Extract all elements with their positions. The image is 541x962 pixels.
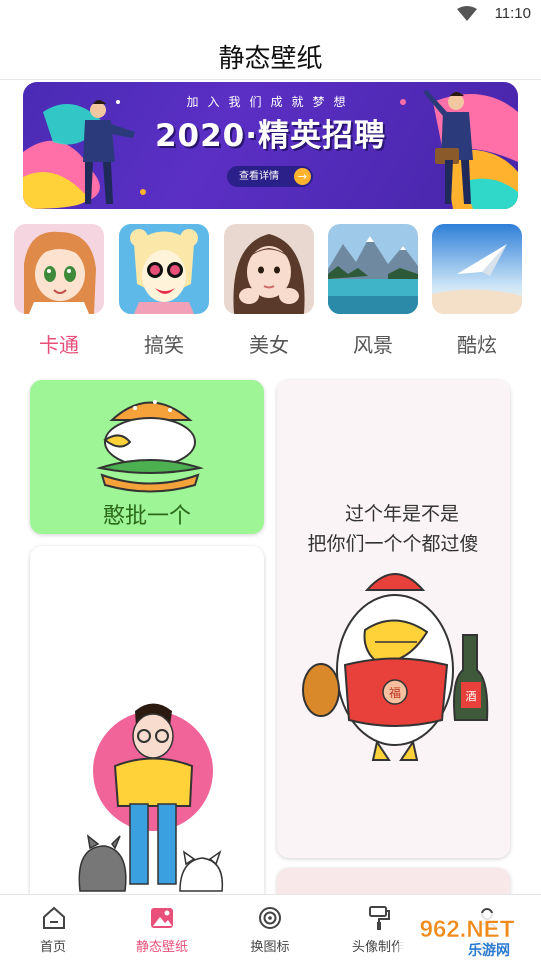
category-label: 酷炫 [457, 333, 497, 357]
category-thumb-beauty [224, 224, 314, 314]
card-bottle-label: 酒 [466, 690, 477, 703]
banner-subtitle: 加入我们成就梦想 [186, 95, 355, 109]
wallpaper-card[interactable]: 过个年是不是 把你们一个个都过傻 福 酒 [277, 380, 510, 858]
category-beauty[interactable]: 美女 [224, 224, 314, 357]
nav-label: 静态壁纸 [135, 940, 188, 955]
watermark-sub: 乐游网 [468, 942, 510, 959]
category-label: 风景 [353, 333, 393, 357]
card-text-line1: 过个年是不是 [345, 503, 459, 525]
wifi-icon [457, 6, 477, 21]
wallpaper-card[interactable] [30, 546, 264, 906]
nav-label: 换图标 [250, 940, 290, 955]
title-bar: 静态壁纸 [0, 30, 541, 80]
card-text-line2: 把你们一个个都过傻 [307, 533, 478, 555]
site-watermark: 962.NET 乐游网 [397, 911, 537, 961]
wallpaper-boy-cats [78, 703, 224, 892]
card-caption: 憨批一个 [103, 504, 191, 529]
target-icon [259, 907, 281, 929]
category-cartoon[interactable]: 卡通 [14, 224, 104, 357]
arrow-right-icon: → [294, 168, 311, 185]
page-title: 静态壁纸 [218, 44, 323, 74]
category-thumb-scenery [328, 224, 418, 314]
category-label: 美女 [249, 333, 289, 357]
status-time: 11:10 [494, 5, 531, 22]
banner-headline: 2020·精英招聘 [154, 118, 387, 154]
category-thumb-cool [432, 224, 522, 314]
wallpaper-card[interactable]: 憨批一个 [30, 380, 264, 534]
category-funny[interactable]: 搞笑 [119, 224, 209, 357]
category-scenery[interactable]: 风景 [328, 224, 418, 357]
nav-label: 首页 [39, 940, 66, 955]
category-label: 卡通 [39, 333, 79, 357]
category-cool[interactable]: 酷炫 [432, 224, 522, 357]
category-thumb-cartoon [14, 224, 104, 314]
banner-details-label: 查看详情 [239, 171, 279, 182]
nav-static-wallpaper[interactable]: 静态壁纸 [108, 895, 216, 962]
category-thumb-funny [119, 224, 209, 314]
banner-details-button[interactable]: 查看详情 → [227, 166, 313, 187]
category-label: 搞笑 [144, 333, 184, 357]
wallpaper-newyear-duck: 过个年是不是 把你们一个个都过傻 福 酒 [302, 503, 489, 761]
wallpaper-burger-duck: 憨批一个 [96, 400, 204, 529]
brush-icon [369, 906, 390, 930]
status-bar: 11:10 [0, 0, 541, 30]
watermark-text: 962.NET [420, 916, 515, 943]
image-icon [151, 908, 173, 928]
card-badge: 福 [389, 685, 401, 700]
nav-change-icon[interactable]: 换图标 [216, 895, 324, 962]
nav-home[interactable]: 首页 [0, 895, 108, 962]
recruitment-banner[interactable]: 加入我们成就梦想 2020·精英招聘 查看详情 → [23, 82, 518, 209]
home-icon [43, 906, 65, 929]
